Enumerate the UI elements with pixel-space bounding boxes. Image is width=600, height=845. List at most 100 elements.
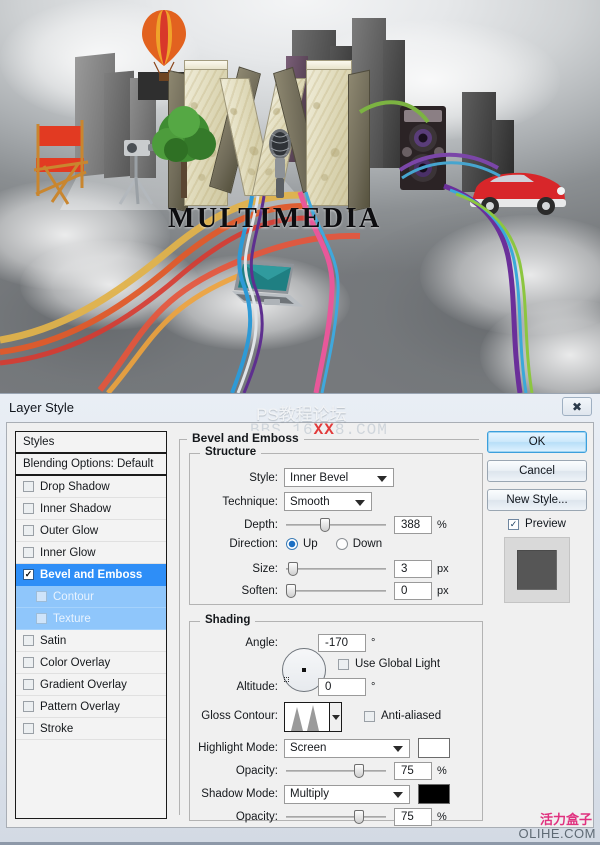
anti-aliased-checkbox[interactable]: Anti-aliased (364, 710, 441, 722)
size-slider-thumb[interactable] (287, 562, 298, 576)
soften-slider[interactable] (286, 584, 386, 598)
gloss-contour-dropdown[interactable] (330, 702, 342, 732)
dialog-titlebar[interactable]: Layer Style ✖ (0, 394, 600, 425)
shadow-mode-row: Shadow Mode: Multiply (190, 784, 482, 804)
sidebar-item-bevel-and-emboss[interactable]: ✓ Bevel and Emboss (16, 564, 166, 586)
technique-select[interactable]: Smooth (284, 492, 372, 511)
checkbox-icon[interactable] (23, 503, 34, 514)
size-unit: px (437, 563, 449, 575)
depth-row: Depth: 388 % (190, 516, 482, 534)
depth-input[interactable]: 388 (394, 516, 432, 534)
shadow-color-swatch[interactable] (418, 784, 450, 804)
sidebar-item-contour[interactable]: Contour (16, 586, 166, 608)
sidebar-item-texture[interactable]: Texture (16, 608, 166, 630)
new-style-button[interactable]: New Style... (487, 489, 587, 511)
sidebar-item-pattern-overlay[interactable]: Pattern Overlay (16, 696, 166, 718)
sidebar-item-label: Texture (53, 612, 91, 625)
shadow-opacity-slider[interactable] (286, 810, 386, 824)
sidebar-item-gradient-overlay[interactable]: Gradient Overlay (16, 674, 166, 696)
checkbox-icon[interactable] (23, 481, 34, 492)
checkbox-icon[interactable] (36, 613, 47, 624)
altitude-input[interactable]: 0 (318, 678, 366, 696)
preview-checkbox[interactable]: ✓ Preview (487, 518, 587, 530)
highlight-mode-select[interactable]: Screen (284, 738, 410, 758)
checkbox-checked-icon[interactable]: ✓ (23, 569, 34, 580)
checkbox-icon[interactable] (36, 591, 47, 602)
gloss-contour-preview[interactable] (284, 702, 330, 732)
soften-input[interactable]: 0 (394, 582, 432, 600)
radio-off-icon (335, 538, 348, 550)
size-input[interactable]: 3 (394, 560, 432, 578)
sidebar-item-stroke[interactable]: Stroke (16, 718, 166, 740)
soften-label: Soften: (241, 585, 278, 597)
classic-car (470, 172, 566, 215)
highlight-color-swatch[interactable] (418, 738, 450, 758)
dialog-buttons: OK Cancel New Style... ✓ Preview (487, 431, 587, 603)
checkbox-icon[interactable] (23, 701, 34, 712)
ok-button[interactable]: OK (487, 431, 587, 453)
highlight-opacity-row: Opacity: 75 % (190, 762, 482, 780)
gloss-contour-row: Gloss Contour: Anti-aliased (190, 702, 482, 732)
technique-row: Technique: Smooth (190, 492, 482, 511)
angle-label: Angle: (245, 637, 278, 649)
size-slider[interactable] (286, 562, 386, 576)
direction-label: Direction: (229, 538, 278, 550)
close-icon[interactable]: ✖ (562, 397, 592, 416)
sidebar-item-color-overlay[interactable]: Color Overlay (16, 652, 166, 674)
shadow-opacity-thumb[interactable] (353, 810, 364, 824)
technique-select-value: Smooth (290, 495, 330, 508)
radio-on-icon (286, 538, 298, 550)
checkbox-icon[interactable] (23, 723, 34, 734)
angle-input[interactable]: -170 (318, 634, 366, 652)
shadow-opacity-input[interactable]: 75 (394, 808, 432, 826)
styles-panel[interactable]: Styles Blending Options: Default Drop Sh… (15, 431, 167, 819)
preview-swatch (517, 550, 557, 590)
highlight-opacity-thumb[interactable] (353, 764, 364, 778)
shading-group: Shading Angle: -170 ° Use Global Light A… (189, 614, 483, 826)
sidebar-item-outer-glow[interactable]: Outer Glow (16, 520, 166, 542)
highlight-mode-value: Screen (290, 742, 327, 754)
style-select[interactable]: Inner Bevel (284, 468, 394, 487)
section-rule-left (179, 439, 180, 815)
styles-panel-header: Styles (16, 432, 166, 454)
direction-up-radio[interactable]: Up (286, 538, 318, 550)
shadow-mode-select[interactable]: Multiply (284, 784, 410, 804)
sidebar-item-inner-glow[interactable]: Inner Glow (16, 542, 166, 564)
gloss-contour-curve-icon (285, 705, 329, 731)
bevel-emboss-panel: Bevel and Emboss Structure Style: Inner … (175, 431, 483, 826)
checkbox-icon[interactable] (23, 547, 34, 558)
direction-down-radio[interactable]: Down (335, 538, 382, 550)
checkbox-icon[interactable] (23, 657, 34, 668)
angle-unit: ° (371, 637, 376, 649)
technique-label: Technique: (222, 495, 278, 508)
highlight-opacity-unit: % (437, 765, 447, 777)
shadow-mode-value: Multiply (290, 788, 329, 800)
use-global-light-checkbox[interactable]: Use Global Light (338, 658, 440, 670)
checkbox-icon[interactable] (23, 635, 34, 646)
haze-right (330, 210, 600, 393)
highlight-opacity-input[interactable]: 75 (394, 762, 432, 780)
cancel-button[interactable]: Cancel (487, 460, 587, 482)
laptop (232, 260, 304, 307)
sidebar-item-drop-shadow[interactable]: Drop Shadow (16, 476, 166, 498)
angle-row: Angle: -170 ° (190, 634, 482, 652)
gloss-contour-label: Gloss Contour: (201, 710, 278, 722)
highlight-opacity-slider[interactable] (286, 764, 386, 778)
sidebar-item-satin[interactable]: Satin (16, 630, 166, 652)
depth-slider-thumb[interactable] (320, 518, 331, 532)
tree (152, 106, 216, 198)
blending-options-label: Blending Options: Default (23, 458, 154, 470)
sidebar-item-blending-options[interactable]: Blending Options: Default (16, 454, 166, 476)
soften-slider-thumb[interactable] (286, 584, 296, 598)
sidebar-item-label: Inner Shadow (40, 502, 111, 515)
checkbox-icon: ✓ (508, 518, 520, 530)
styles-list: Drop Shadow Inner Shadow Outer Glow Inner G… (16, 476, 166, 740)
sidebar-item-inner-shadow[interactable]: Inner Shadow (16, 498, 166, 520)
depth-unit: % (437, 519, 447, 531)
sidebar-item-label: Contour (53, 590, 94, 603)
styles-header-label: Styles (23, 436, 55, 448)
checkbox-icon[interactable] (23, 525, 34, 536)
depth-label: Depth: (244, 519, 278, 531)
checkbox-icon[interactable] (23, 679, 34, 690)
depth-slider[interactable] (286, 518, 386, 532)
